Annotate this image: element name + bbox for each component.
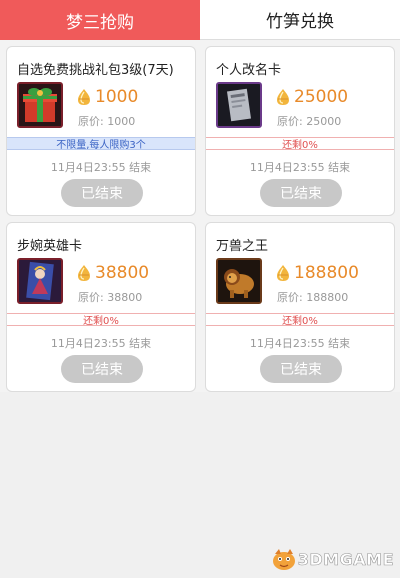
product-title: 万兽之王 <box>216 239 269 254</box>
original-price: 原价: 38800 <box>78 291 143 304</box>
watermark: 3DMGAME <box>270 546 394 572</box>
product-card[interactable]: 万兽之王 188800 原价: 188800 还剩0% 11月4日23:55 结… <box>205 222 395 392</box>
price-row: 25000 <box>275 87 348 107</box>
rename-card-icon <box>216 82 262 128</box>
sale-price: 25000 <box>294 87 349 107</box>
tab-bamboo-exchange[interactable]: 竹笋兑换 <box>200 0 400 40</box>
bamboo-shoot-coin-icon <box>277 89 289 105</box>
beast-king-icon <box>216 258 262 304</box>
gift-box-icon <box>17 82 63 128</box>
end-time: 11月4日23:55 结束 <box>249 161 351 174</box>
sale-price: 1000 <box>95 87 139 107</box>
tab-bar: 梦三抢购 竹笋兑换 <box>0 0 400 40</box>
end-time: 11月4日23:55 结束 <box>50 161 152 174</box>
price-row: 188800 <box>275 263 359 283</box>
product-title: 步婉英雄卡 <box>17 239 83 254</box>
watermark-text: 3DMGAME <box>297 549 394 569</box>
ended-button[interactable]: 已结束 <box>61 355 143 383</box>
product-grid: 自选免费挑战礼包3级(7天) 1000 原价: 1000 不限量,每人限购3个 … <box>0 40 400 392</box>
remaining-stock-band: 还剩0% <box>7 313 195 327</box>
product-card[interactable]: 自选免费挑战礼包3级(7天) 1000 原价: 1000 不限量,每人限购3个 … <box>6 46 196 216</box>
ended-button[interactable]: 已结束 <box>260 179 342 207</box>
ended-button[interactable]: 已结束 <box>61 179 143 207</box>
end-time: 11月4日23:55 结束 <box>50 337 152 350</box>
bamboo-shoot-coin-icon <box>78 265 90 281</box>
product-card[interactable]: 个人改名卡 25000 原价: 25000 还剩0% 11月4日23:55 结束… <box>205 46 395 216</box>
bamboo-shoot-coin-icon <box>277 265 289 281</box>
tab-flash-sale[interactable]: 梦三抢购 <box>0 0 200 40</box>
sale-price: 38800 <box>95 263 150 283</box>
end-time: 11月4日23:55 结束 <box>249 337 351 350</box>
product-title: 个人改名卡 <box>216 63 282 78</box>
remaining-stock-band: 还剩0% <box>206 313 394 327</box>
price-row: 38800 <box>76 263 149 283</box>
original-price: 原价: 1000 <box>78 115 136 128</box>
original-price: 原价: 188800 <box>277 291 349 304</box>
hero-card-icon <box>17 258 63 304</box>
product-title: 自选免费挑战礼包3级(7天) <box>17 63 174 78</box>
original-price: 原价: 25000 <box>277 115 342 128</box>
bamboo-shoot-coin-icon <box>78 89 90 105</box>
purchase-limit-band: 不限量,每人限购3个 <box>7 137 195 151</box>
product-card[interactable]: 步婉英雄卡 38800 原价: 38800 还剩0% 11月4日23:55 结束… <box>6 222 196 392</box>
ended-button[interactable]: 已结束 <box>260 355 342 383</box>
remaining-stock-band: 还剩0% <box>206 137 394 151</box>
price-row: 1000 <box>76 87 138 107</box>
mascot-logo-icon <box>272 549 295 570</box>
sale-price: 188800 <box>294 263 359 283</box>
